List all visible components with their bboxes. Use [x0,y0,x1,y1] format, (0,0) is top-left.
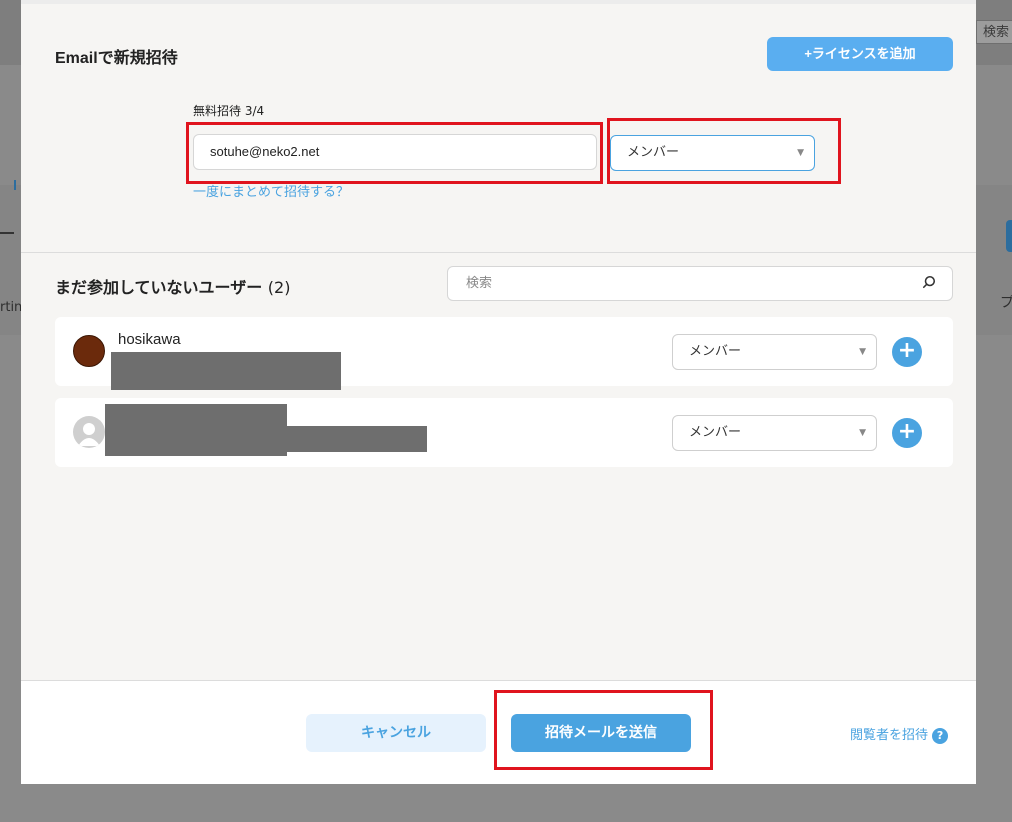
redacted-email [111,352,341,390]
bulk-invite-link[interactable]: 一度にまとめて招待する？ [193,181,349,200]
background-button [1006,220,1012,252]
pending-users-title: まだ参加していないユーザー (2) [55,274,290,298]
free-invite-count: 無料招待 3/4 [193,104,265,118]
background-right-text: プ [1000,295,1012,311]
add-user-button[interactable]: + [892,418,922,448]
pending-count: (2) [267,278,291,297]
avatar [73,416,105,448]
list-item: メンバー ▼ + [55,398,953,467]
send-invite-button[interactable]: 招待メールを送信 [511,714,691,752]
redacted-name [105,404,287,456]
email-field[interactable]: sotuhe@neko2.net [193,134,597,170]
modal-footer: キャンセル 招待メールを送信 閲覧者を招待? [21,681,976,784]
user-role-select[interactable]: メンバー ▼ [672,334,877,370]
chevron-down-icon: ▼ [797,148,804,158]
user-name: hosikawa [118,331,181,348]
chevron-down-icon: ▼ [859,347,866,357]
background-search-field: 検索 [976,20,1012,44]
section-divider [21,252,976,253]
user-silhouette-icon [78,423,100,446]
user-role-value: メンバー [689,425,742,440]
user-role-value: メンバー [689,344,742,359]
user-role-select[interactable]: メンバー ▼ [672,415,877,451]
invite-role-select[interactable]: メンバー ▼ [610,135,815,171]
background-mark [14,180,16,190]
background-left-text: rtin [0,300,23,315]
search-icon [922,275,936,289]
modal-top-edge [21,0,976,4]
help-icon[interactable]: ? [932,727,949,744]
search-placeholder: 検索 [466,276,493,291]
invite-role-value: メンバー [627,145,680,160]
search-input[interactable]: 検索 [447,266,953,301]
chevron-down-icon: ▼ [859,428,866,438]
background-dash [0,232,14,234]
invite-modal: Emailで新規招待 +ライセンスを追加 無料招待 3/4 sotuhe@nek… [21,0,976,784]
avatar [73,335,105,367]
add-user-button[interactable]: + [892,337,922,367]
invite-title: Emailで新規招待 [55,50,178,67]
pending-title-text: まだ参加していないユーザー [55,278,263,297]
invite-viewer-label: 閲覧者を招待 [850,728,929,743]
cancel-button[interactable]: キャンセル [306,714,486,752]
add-license-button[interactable]: +ライセンスを追加 [767,37,953,71]
invite-viewer-link[interactable]: 閲覧者を招待? [850,724,949,744]
list-item: hosikawa メンバー ▼ + [55,317,953,390]
redacted-email [287,426,427,452]
